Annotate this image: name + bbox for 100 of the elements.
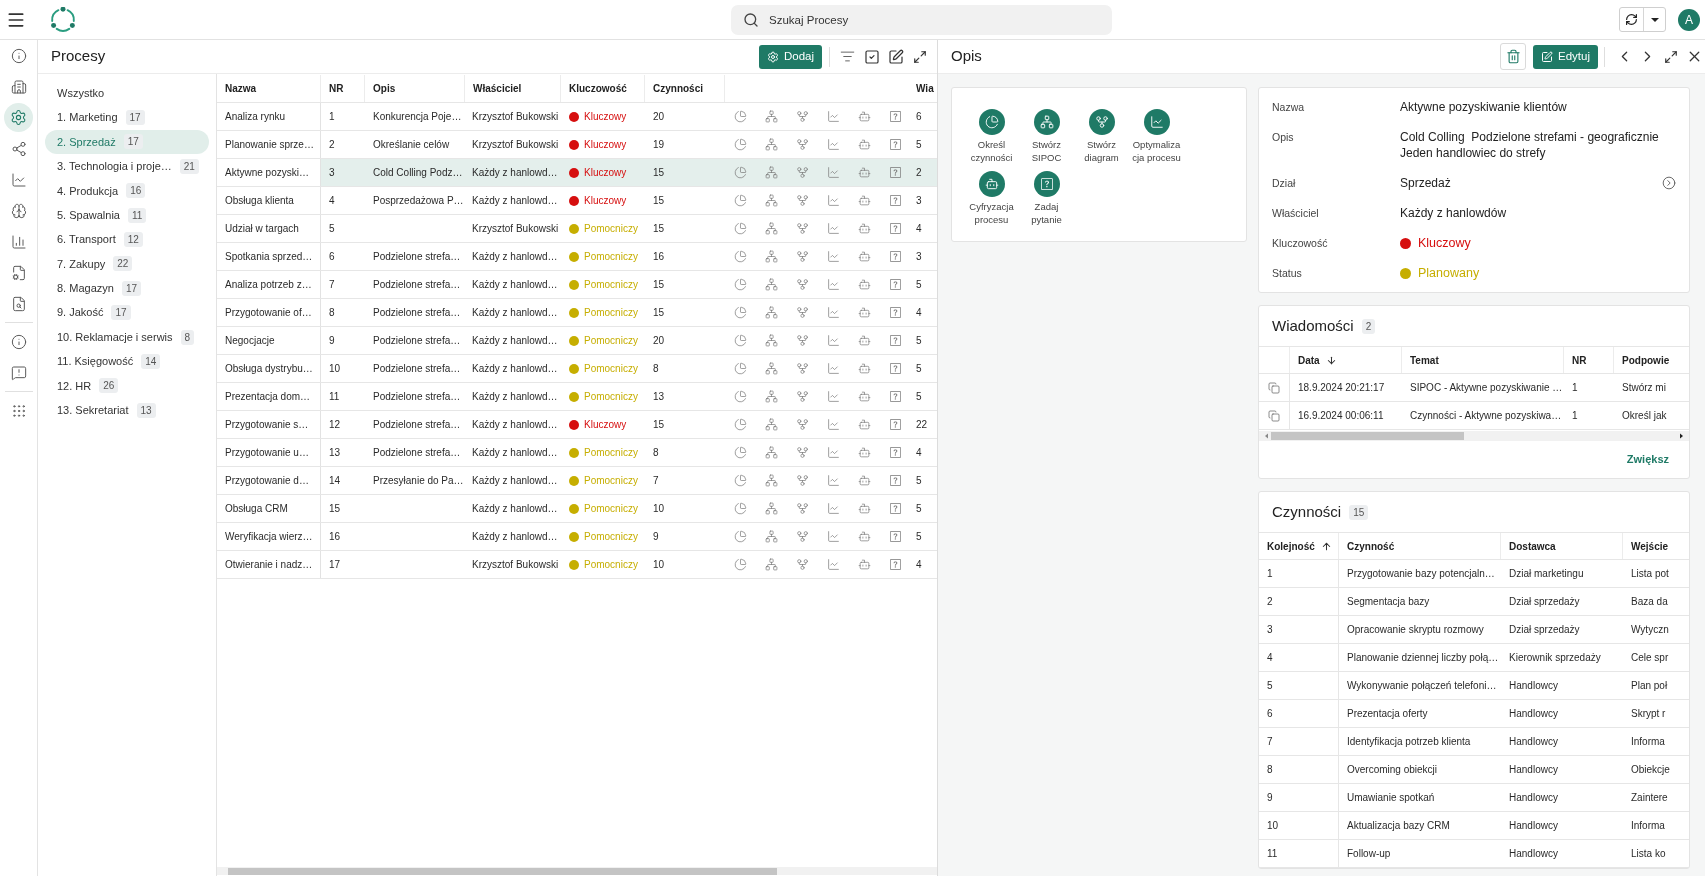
action-button[interactable]: Cyfryzacja procesu	[964, 171, 1019, 226]
question-icon[interactable]	[890, 559, 901, 570]
table-row[interactable]: Obsługa CRM 15 Każdy z hanlowd… Pomocniczy 10 5	[217, 495, 937, 523]
fork-icon[interactable]	[796, 558, 809, 571]
line-chart-icon[interactable]	[827, 306, 840, 319]
avatar[interactable]: A	[1678, 8, 1700, 31]
line-chart-icon[interactable]	[827, 362, 840, 375]
question-icon[interactable]	[890, 335, 901, 346]
robot-icon[interactable]	[858, 530, 871, 543]
column-header[interactable]: Data	[1290, 347, 1402, 373]
column-header[interactable]: Nazwa	[217, 75, 321, 102]
action-button[interactable]: Określ czynności	[964, 109, 1019, 164]
question-icon[interactable]	[890, 167, 901, 178]
pie-chart-icon[interactable]	[734, 138, 747, 151]
copy-icon[interactable]	[1268, 409, 1280, 422]
refresh-icon[interactable]	[1625, 13, 1638, 26]
category-item[interactable]: 2. Sprzedaż 17	[45, 129, 209, 155]
pie-chart-icon[interactable]	[734, 530, 747, 543]
fork-icon[interactable]	[796, 222, 809, 235]
category-item[interactable]: 8. Magazyn 17	[45, 276, 209, 301]
pie-chart-icon[interactable]	[734, 474, 747, 487]
pie-chart-icon[interactable]	[734, 362, 747, 375]
robot-icon[interactable]	[858, 138, 871, 151]
robot-icon[interactable]	[858, 446, 871, 459]
table-row[interactable]: Spotkania sprzed… 6 Podzielone strefa… Każdy z hanlowd… Pomocniczy 16 3	[217, 243, 937, 271]
question-icon[interactable]	[890, 419, 901, 430]
sitemap-icon[interactable]	[765, 194, 778, 207]
fork-icon[interactable]	[796, 250, 809, 263]
table-row[interactable]: Przygotowanie s… 12 Podzielone strefa… Każdy z hanlowd… Kluczowy 15 22	[217, 411, 937, 439]
column-header[interactable]: Opis	[365, 75, 465, 102]
sort-down-icon[interactable]	[1325, 354, 1337, 366]
column-header[interactable]: Kluczowość	[561, 75, 645, 102]
show-more-link[interactable]: Zwiększ	[1626, 451, 1669, 468]
question-icon[interactable]	[890, 503, 901, 514]
robot-icon[interactable]	[858, 306, 871, 319]
sitemap-icon[interactable]	[765, 502, 778, 515]
line-chart-icon[interactable]	[827, 250, 840, 263]
column-header[interactable]: Kolejność	[1259, 533, 1339, 559]
line-chart-icon[interactable]	[827, 110, 840, 123]
pie-chart-icon[interactable]	[734, 306, 747, 319]
question-icon[interactable]	[890, 391, 901, 402]
fork-icon[interactable]	[796, 110, 809, 123]
column-header[interactable]: Temat	[1402, 347, 1564, 373]
robot-icon[interactable]	[858, 222, 871, 235]
sitemap-icon[interactable]	[765, 334, 778, 347]
pie-chart-icon[interactable]	[734, 194, 747, 207]
sitemap-icon[interactable]	[765, 446, 778, 459]
caret-icon[interactable]	[1650, 17, 1659, 22]
add-button[interactable]: Dodaj	[758, 44, 822, 69]
robot-icon[interactable]	[858, 418, 871, 431]
edit-button[interactable]: Edytuj	[1533, 44, 1598, 69]
line-chart-icon[interactable]	[827, 558, 840, 571]
line-chart-icon[interactable]	[827, 390, 840, 403]
action-button[interactable]: Zadaj pytanie	[1019, 171, 1074, 226]
category-item[interactable]: 9. Jakość 17	[45, 300, 209, 325]
line-chart-icon[interactable]	[827, 166, 840, 179]
question-icon[interactable]	[890, 279, 901, 290]
line-chart-icon[interactable]	[827, 194, 840, 207]
chevron-circle-icon[interactable]	[1662, 176, 1676, 190]
pie-chart-icon[interactable]	[734, 502, 747, 515]
line-chart-icon[interactable]	[827, 530, 840, 543]
sitemap-icon[interactable]	[765, 530, 778, 543]
category-item[interactable]: 10. Reklamacje i serwis 8	[45, 324, 209, 350]
pie-chart-icon[interactable]	[734, 222, 747, 235]
sitemap-icon[interactable]	[765, 110, 778, 123]
table-row[interactable]: Analiza potrzeb z… 7 Podzielone strefa… Każdy z hanlowd… Pomocniczy 15 5	[217, 271, 937, 299]
line-chart-icon[interactable]	[827, 278, 840, 291]
fork-icon[interactable]	[796, 166, 809, 179]
table-row[interactable]: Przygotowanie u… 13 Podzielone strefa… Każdy z hanlowd… Pomocniczy 8 4	[217, 439, 937, 467]
robot-icon[interactable]	[858, 110, 871, 123]
robot-icon[interactable]	[858, 390, 871, 403]
horizontal-scrollbar[interactable]	[217, 867, 937, 875]
table-row[interactable]: Weryfikacja wierz… 16 Każdy z hanlowd… Pomocniczy 9 5	[217, 523, 937, 551]
sitemap-icon[interactable]	[765, 166, 778, 179]
sitemap-icon[interactable]	[765, 418, 778, 431]
expand-icon[interactable]	[913, 49, 927, 64]
line-chart-icon[interactable]	[827, 502, 840, 515]
robot-icon[interactable]	[858, 558, 871, 571]
fork-icon[interactable]	[796, 306, 809, 319]
line-chart-icon[interactable]	[827, 138, 840, 151]
fork-icon[interactable]	[796, 138, 809, 151]
column-header[interactable]: Wejście	[1623, 533, 1689, 559]
category-item[interactable]: 4. Produkcja 16	[45, 178, 209, 203]
sitemap-icon[interactable]	[765, 474, 778, 487]
table-row[interactable]: Negocjacje 9 Podzielone strefa… Każdy z hanlowd… Pomocniczy 20 5	[217, 327, 937, 355]
fork-icon[interactable]	[796, 530, 809, 543]
split-button[interactable]	[1619, 7, 1666, 32]
robot-icon[interactable]	[858, 502, 871, 515]
column-header[interactable]: Dostawca	[1501, 533, 1623, 559]
pie-chart-icon[interactable]	[734, 166, 747, 179]
table-row[interactable]: Udział w targach 5 Krzysztof Bukowski Pomocniczy 15 4	[217, 215, 937, 243]
question-icon[interactable]	[890, 195, 901, 206]
pie-chart-icon[interactable]	[734, 334, 747, 347]
table-row[interactable]: Przygotowanie d… 14 Przesyłanie do Pa… Każdy z hanlowd… Pomocniczy 7 5	[217, 467, 937, 495]
column-header[interactable]: Podpowie	[1614, 347, 1689, 373]
nav-item[interactable]	[4, 103, 33, 132]
fork-icon[interactable]	[796, 278, 809, 291]
column-header[interactable]: Czynność	[1339, 533, 1501, 559]
question-icon[interactable]	[890, 447, 901, 458]
app-logo[interactable]	[50, 6, 76, 33]
